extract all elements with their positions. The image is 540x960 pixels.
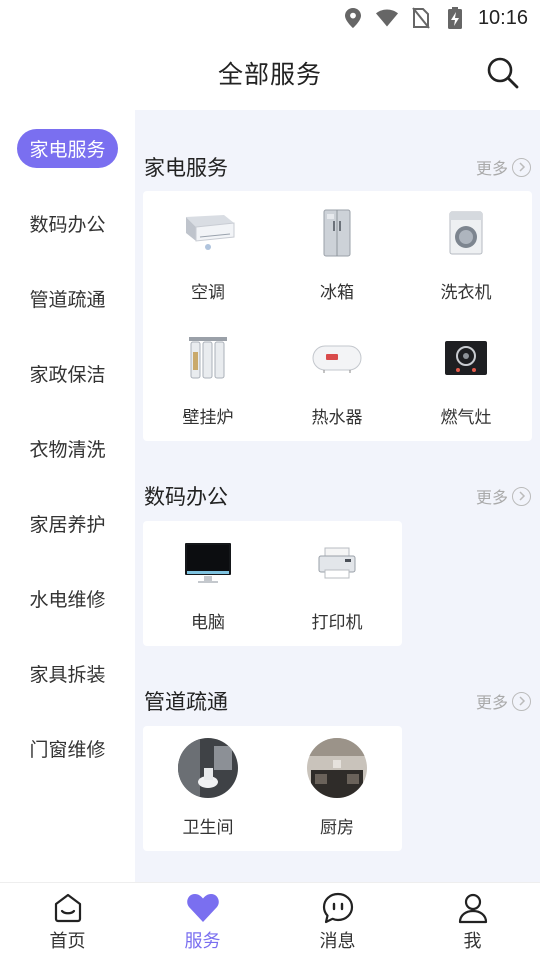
section-title: 管道疏通 bbox=[144, 690, 228, 714]
search-icon bbox=[487, 57, 519, 89]
service-content: 家电服务 更多 空调 冰箱 洗衣机 壁挂炉 热水器 燃气灶 数码办公 更多 电脑… bbox=[135, 110, 540, 882]
heart-icon bbox=[186, 891, 220, 925]
nav-home[interactable]: 首页 bbox=[0, 883, 135, 960]
home-icon bbox=[51, 891, 85, 925]
washing-machine-icon bbox=[436, 203, 496, 263]
sidebar-item-pipe-dredging[interactable]: 管道疏通 bbox=[0, 278, 135, 318]
printer-icon bbox=[307, 533, 367, 593]
sidebar-item-label: 家电服务 bbox=[17, 128, 118, 168]
service-label: 洗衣机 bbox=[440, 283, 492, 303]
user-icon bbox=[456, 891, 490, 925]
water-filter-icon bbox=[178, 328, 238, 388]
nav-label: 消息 bbox=[319, 930, 356, 952]
service-label: 厨房 bbox=[320, 818, 354, 838]
service-item-kitchen[interactable]: 厨房 bbox=[272, 726, 402, 846]
section-title: 家电服务 bbox=[144, 156, 228, 180]
kitchen-photo bbox=[307, 738, 367, 798]
status-bar: 10:16 bbox=[0, 0, 540, 36]
bottom-navigation: 首页 服务 消息 我 bbox=[0, 882, 540, 960]
more-link[interactable]: 更多 bbox=[476, 484, 531, 508]
sidebar-item-label: 数码办公 bbox=[29, 213, 106, 236]
pipe-dredging-card: 卫生间 厨房 bbox=[143, 726, 402, 851]
sidebar-item-door-window[interactable]: 门窗维修 bbox=[0, 728, 135, 768]
sim-off-icon bbox=[410, 7, 432, 29]
status-time: 10:16 bbox=[477, 6, 528, 29]
chevron-right-icon bbox=[512, 691, 531, 711]
service-item-gas-stove[interactable]: 燃气灶 bbox=[401, 316, 531, 436]
sidebar-item-label: 家政保洁 bbox=[29, 363, 106, 386]
category-sidebar: 家电服务 数码办公 管道疏通 家政保洁 衣物清洗 家居养护 水电维修 家具拆装 … bbox=[0, 110, 135, 882]
nav-services[interactable]: 服务 bbox=[135, 883, 270, 960]
nav-label: 服务 bbox=[184, 930, 221, 952]
service-item-wall-boiler[interactable]: 壁挂炉 bbox=[143, 316, 273, 436]
service-item-printer[interactable]: 打印机 bbox=[272, 521, 402, 641]
section-title: 数码办公 bbox=[144, 485, 228, 509]
chevron-right-icon bbox=[512, 157, 531, 177]
sidebar-item-laundry[interactable]: 衣物清洗 bbox=[0, 428, 135, 468]
more-label: 更多 bbox=[475, 159, 508, 178]
search-button[interactable] bbox=[484, 54, 522, 92]
service-item-computer[interactable]: 电脑 bbox=[143, 521, 273, 641]
service-label: 空调 bbox=[191, 283, 225, 303]
battery-charging-icon bbox=[444, 7, 466, 29]
sidebar-item-label: 家具拆装 bbox=[29, 663, 106, 686]
sidebar-item-plumbing-electric[interactable]: 水电维修 bbox=[0, 578, 135, 618]
digital-office-card: 电脑 打印机 bbox=[143, 521, 402, 646]
sidebar-item-appliance[interactable]: 家电服务 bbox=[0, 128, 135, 168]
service-label: 卫生间 bbox=[182, 818, 234, 838]
service-item-fridge[interactable]: 冰箱 bbox=[272, 191, 402, 311]
service-item-bathroom[interactable]: 卫生间 bbox=[143, 726, 273, 846]
more-link[interactable]: 更多 bbox=[476, 155, 531, 179]
fridge-icon bbox=[307, 203, 367, 263]
computer-icon bbox=[178, 533, 238, 593]
gas-stove-icon bbox=[436, 328, 496, 388]
more-link[interactable]: 更多 bbox=[476, 689, 531, 713]
more-label: 更多 bbox=[475, 488, 508, 507]
service-item-washing-machine[interactable]: 洗衣机 bbox=[401, 191, 531, 311]
chevron-right-icon bbox=[512, 486, 531, 506]
nav-messages[interactable]: 消息 bbox=[270, 883, 405, 960]
sidebar-item-label: 水电维修 bbox=[29, 588, 106, 611]
sidebar-item-label: 管道疏通 bbox=[29, 288, 106, 311]
nav-label: 首页 bbox=[49, 930, 86, 952]
sidebar-item-home-care[interactable]: 家居养护 bbox=[0, 503, 135, 543]
service-label: 燃气灶 bbox=[440, 408, 492, 428]
service-label: 壁挂炉 bbox=[182, 408, 234, 428]
service-item-air-conditioner[interactable]: 空调 bbox=[143, 191, 273, 311]
wifi-icon bbox=[375, 7, 398, 29]
water-heater-icon bbox=[307, 328, 367, 388]
page-title: 全部服务 bbox=[217, 60, 322, 89]
sidebar-item-label: 门窗维修 bbox=[29, 738, 106, 761]
air-conditioner-icon bbox=[178, 203, 238, 263]
more-label: 更多 bbox=[475, 693, 508, 712]
service-label: 冰箱 bbox=[320, 283, 354, 303]
service-item-water-heater[interactable]: 热水器 bbox=[272, 316, 402, 436]
nav-me[interactable]: 我 bbox=[405, 883, 540, 960]
appliance-card: 空调 冰箱 洗衣机 壁挂炉 热水器 燃气灶 bbox=[143, 191, 532, 441]
location-icon bbox=[342, 7, 364, 29]
sidebar-item-label: 家居养护 bbox=[29, 513, 106, 536]
bathroom-photo bbox=[178, 738, 238, 798]
sidebar-item-furniture-assembly[interactable]: 家具拆装 bbox=[0, 653, 135, 693]
message-icon bbox=[321, 891, 355, 925]
nav-label: 我 bbox=[463, 930, 482, 952]
service-label: 电脑 bbox=[191, 613, 225, 633]
sidebar-item-digital-office[interactable]: 数码办公 bbox=[0, 203, 135, 243]
service-label: 打印机 bbox=[311, 613, 363, 633]
service-label: 热水器 bbox=[311, 408, 363, 428]
header: 全部服务 bbox=[0, 36, 540, 110]
sidebar-item-housekeeping[interactable]: 家政保洁 bbox=[0, 353, 135, 393]
sidebar-item-label: 衣物清洗 bbox=[29, 438, 106, 461]
